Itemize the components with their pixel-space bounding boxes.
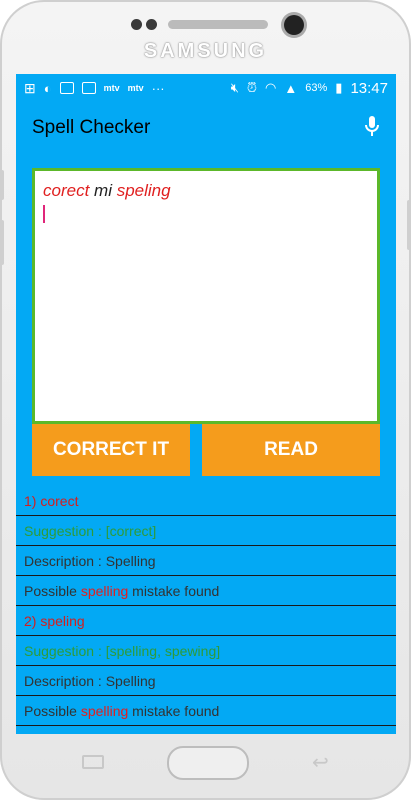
moon-icon: ◐ xyxy=(43,80,52,96)
front-camera xyxy=(284,15,304,35)
microphone-icon[interactable] xyxy=(364,115,380,142)
result-description: Description : Spelling xyxy=(16,546,396,576)
status-bar: ⊞ ◐ mtv mtv ··· 🔇︎ ⏰︎ ◠ ▲ 63% ▮ 13:47 xyxy=(16,74,396,102)
message-word: spelling xyxy=(80,582,129,599)
result-suggestion[interactable]: Suggestion : [spelling, spewing] xyxy=(16,636,396,666)
clock: 13:47 xyxy=(350,79,388,97)
result-heading[interactable]: 1) corect xyxy=(16,486,396,516)
image-icon xyxy=(59,82,74,94)
app-bar: Spell Checker xyxy=(16,102,396,154)
message-suffix: mistake found xyxy=(128,702,220,719)
phone-frame: SAMSUNG ⊞ ◐ mtv mtv ··· 🔇︎ ⏰︎ ◠ ▲ 63% ▮ … xyxy=(0,0,411,800)
sensor-icon xyxy=(131,19,142,30)
result-message: Possible spelling mistake found xyxy=(16,696,396,726)
mute-icon: 🔇︎ xyxy=(230,80,239,95)
recent-apps-icon[interactable] xyxy=(82,755,104,769)
result-description: Description : Spelling xyxy=(16,666,396,696)
back-icon[interactable]: ↩ xyxy=(312,750,329,775)
earpiece-speaker xyxy=(168,20,268,29)
message-prefix: Possible xyxy=(24,702,81,719)
text-cursor xyxy=(43,205,45,223)
message-word: spelling xyxy=(80,702,129,719)
sensor-icon xyxy=(146,19,157,30)
wifi-icon: ◠ xyxy=(265,80,277,95)
power-button xyxy=(407,200,411,250)
mtv-icon: mtv xyxy=(127,83,144,93)
message-prefix: Possible xyxy=(24,582,81,599)
editor-word: mi xyxy=(94,181,112,200)
message-suffix: mistake found xyxy=(128,582,220,599)
alarm-icon: ⏰︎ xyxy=(246,80,258,95)
battery-level: 63% xyxy=(305,82,328,94)
result-heading[interactable]: 2) speling xyxy=(16,606,396,636)
result-message: Possible spelling mistake found xyxy=(16,576,396,606)
brand-logo: SAMSUNG xyxy=(143,40,268,62)
dots-icon: ··· xyxy=(151,80,165,96)
volume-button xyxy=(0,220,4,265)
add-icon: ⊞ xyxy=(24,79,36,96)
correct-it-button[interactable]: CORRECT IT xyxy=(32,424,190,476)
mail-icon xyxy=(81,82,96,94)
mtv-icon: mtv xyxy=(103,83,120,93)
signal-icon: ▲ xyxy=(284,80,298,96)
result-suggestion[interactable]: Suggestion : [correct] xyxy=(16,516,396,546)
battery-icon: ▮ xyxy=(335,80,343,95)
volume-button xyxy=(0,170,4,200)
text-input-area[interactable]: corect mi speling xyxy=(32,168,380,424)
editor-word: corect xyxy=(43,181,90,200)
results-list: 1) corect Suggestion : [correct] Descrip… xyxy=(16,486,396,726)
app-title: Spell Checker xyxy=(32,117,151,138)
app-screen: ⊞ ◐ mtv mtv ··· 🔇︎ ⏰︎ ◠ ▲ 63% ▮ 13:47 Sp… xyxy=(16,74,396,734)
editor-word: speling xyxy=(116,181,171,200)
home-button[interactable] xyxy=(167,746,249,780)
read-button[interactable]: READ xyxy=(202,424,380,476)
